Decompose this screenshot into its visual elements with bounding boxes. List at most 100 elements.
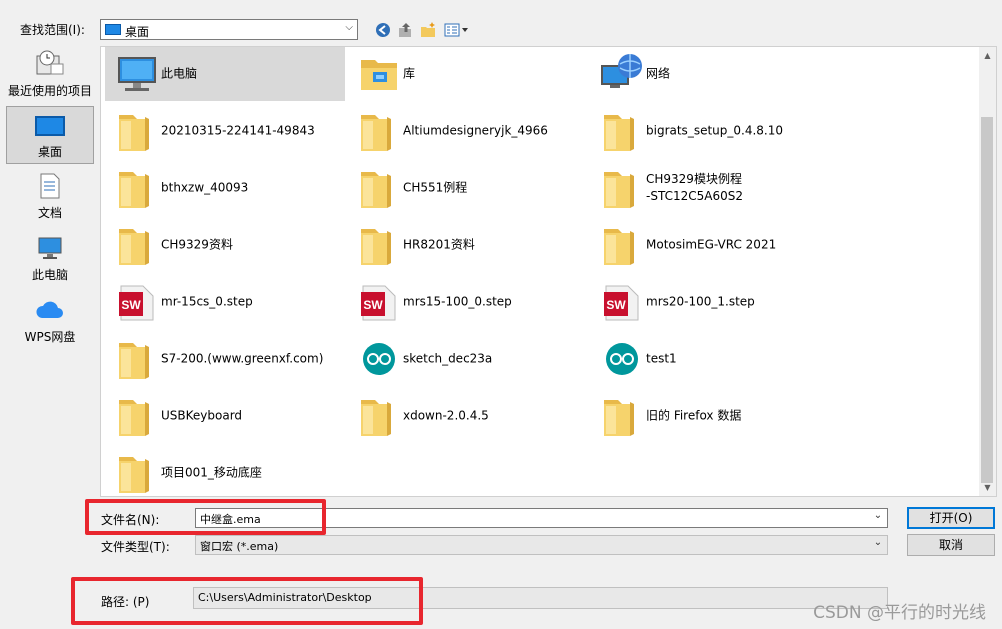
- solidworks-file-icon: [113, 278, 161, 326]
- desktop-icon: [105, 24, 121, 35]
- list-item[interactable]: Altiumdesigneryjk_4966: [347, 104, 587, 158]
- place-desktop[interactable]: 桌面: [6, 106, 94, 164]
- file-list[interactable]: 此电脑 库 网络 20210315-224141-49843 Altiumdes…: [100, 46, 997, 497]
- view-menu-button[interactable]: [444, 21, 470, 39]
- folder-icon: [113, 221, 161, 269]
- cloud-icon: [36, 301, 63, 318]
- desktop-icon: [35, 116, 65, 136]
- item-name: Altiumdesigneryjk_4966: [403, 123, 548, 138]
- item-name: bthxzw_40093: [161, 180, 249, 195]
- list-item[interactable]: mr-15cs_0.step: [105, 275, 345, 329]
- place-label: 桌面: [37, 145, 62, 159]
- scroll-thumb[interactable]: [981, 117, 993, 483]
- list-item[interactable]: 项目001_移动底座: [105, 446, 345, 497]
- list-item[interactable]: 此电脑: [105, 47, 345, 101]
- arduino-file-icon: [598, 335, 646, 383]
- item-name: 项目001_移动底座: [161, 465, 262, 480]
- item-name: S7-200.(www.greenxf.com): [161, 351, 324, 366]
- scroll-up-icon[interactable]: ▲: [979, 47, 996, 64]
- filename-highlight-box: [85, 499, 326, 535]
- list-item[interactable]: 网络: [590, 47, 830, 101]
- solidworks-file-icon: [355, 278, 403, 326]
- folder-icon: [355, 221, 403, 269]
- list-item[interactable]: xdown-2.0.4.5: [347, 389, 587, 443]
- chevron-down-icon: ⌵: [345, 22, 353, 33]
- list-item[interactable]: 库: [347, 47, 587, 101]
- back-arrow-icon: [376, 23, 390, 37]
- list-item[interactable]: mrs15-100_0.step: [347, 275, 587, 329]
- item-name: test1: [646, 351, 677, 366]
- item-name: bigrats_setup_0.4.8.10: [646, 123, 783, 138]
- list-item[interactable]: mrs20-100_1.step: [590, 275, 830, 329]
- item-name: 20210315-224141-49843: [161, 123, 315, 138]
- folder-icon: [355, 164, 403, 212]
- list-item[interactable]: 旧的 Firefox 数据: [590, 389, 830, 443]
- item-name: USBKeyboard: [161, 408, 243, 423]
- look-in-dropdown[interactable]: 桌面 ⌵: [100, 19, 358, 40]
- cancel-button[interactable]: 取消: [907, 534, 995, 556]
- documents-icon: [40, 173, 60, 199]
- view-menu-icon: [444, 23, 468, 37]
- folder-icon: [113, 164, 161, 212]
- list-item[interactable]: test1: [590, 332, 830, 386]
- filetype-value: 窗口宏 (*.ema): [200, 540, 279, 553]
- network-icon: [598, 50, 646, 98]
- place-label: 最近使用的项目: [7, 84, 92, 98]
- folder-icon: [598, 107, 646, 155]
- item-name: CH9329资料: [161, 237, 233, 252]
- folder-icon: [113, 392, 161, 440]
- up-folder-button[interactable]: [396, 21, 414, 39]
- list-item[interactable]: MotosimEG-VRC 2021: [590, 218, 830, 272]
- place-recent[interactable]: 最近使用的项目: [6, 46, 94, 104]
- item-name: sketch_dec23a: [403, 351, 493, 366]
- list-item[interactable]: bthxzw_40093: [105, 161, 345, 215]
- place-label: WPS网盘: [24, 330, 76, 344]
- folder-icon: [355, 392, 403, 440]
- scroll-down-icon[interactable]: ▼: [979, 479, 996, 496]
- list-item[interactable]: 20210315-224141-49843: [105, 104, 345, 158]
- item-name: mrs15-100_0.step: [403, 294, 512, 309]
- places-bar: 最近使用的项目 桌面 文档 此电脑 WPS网盘: [0, 46, 98, 571]
- list-item[interactable]: CH9329资料: [105, 218, 345, 272]
- item-name: xdown-2.0.4.5: [403, 408, 489, 423]
- place-label: 此电脑: [31, 268, 68, 282]
- vertical-scrollbar[interactable]: ▲ ▼: [979, 47, 996, 496]
- list-item[interactable]: CH551例程: [347, 161, 587, 215]
- list-item[interactable]: USBKeyboard: [105, 389, 345, 443]
- this-pc-icon: [38, 237, 62, 259]
- list-item[interactable]: CH9329模块例程 -STC12C5A60S2: [590, 161, 830, 215]
- item-name: CH551例程: [403, 180, 468, 195]
- folder-icon: [113, 107, 161, 155]
- item-name: 库: [403, 66, 416, 81]
- filetype-dropdown[interactable]: 窗口宏 (*.ema) ⌄: [195, 535, 888, 555]
- new-folder-icon: [421, 22, 435, 37]
- path-highlight-box: [71, 577, 423, 625]
- place-this-pc[interactable]: 此电脑: [6, 230, 94, 288]
- list-item[interactable]: HR8201资料: [347, 218, 587, 272]
- arduino-file-icon: [355, 335, 403, 383]
- folder-icon: [113, 335, 161, 383]
- item-name: mr-15cs_0.step: [161, 294, 253, 309]
- look-in-value: 桌面: [125, 25, 150, 39]
- item-name: MotosimEG-VRC 2021: [646, 237, 777, 252]
- recent-places-icon: [36, 50, 64, 75]
- list-item[interactable]: S7-200.(www.greenxf.com): [105, 332, 345, 386]
- chevron-down-icon[interactable]: ⌄: [871, 510, 885, 526]
- list-item[interactable]: bigrats_setup_0.4.8.10: [590, 104, 830, 158]
- place-wps-cloud[interactable]: WPS网盘: [6, 292, 94, 350]
- open-button[interactable]: 打开(O): [907, 507, 995, 529]
- item-name: 此电脑: [161, 66, 198, 81]
- library-folder-icon: [355, 50, 403, 98]
- look-in-label: 查找范围(I):: [20, 23, 85, 37]
- place-documents[interactable]: 文档: [6, 168, 94, 226]
- list-item[interactable]: sketch_dec23a: [347, 332, 587, 386]
- folder-icon: [598, 164, 646, 212]
- chevron-down-icon[interactable]: ⌄: [871, 537, 885, 553]
- new-folder-button[interactable]: [419, 21, 437, 39]
- item-name: 网络: [646, 66, 671, 81]
- back-button[interactable]: [374, 21, 392, 39]
- place-label: 文档: [37, 206, 62, 220]
- folder-icon: [355, 107, 403, 155]
- filetype-label: 文件类型(T):: [101, 540, 170, 554]
- up-folder-icon: [399, 23, 411, 37]
